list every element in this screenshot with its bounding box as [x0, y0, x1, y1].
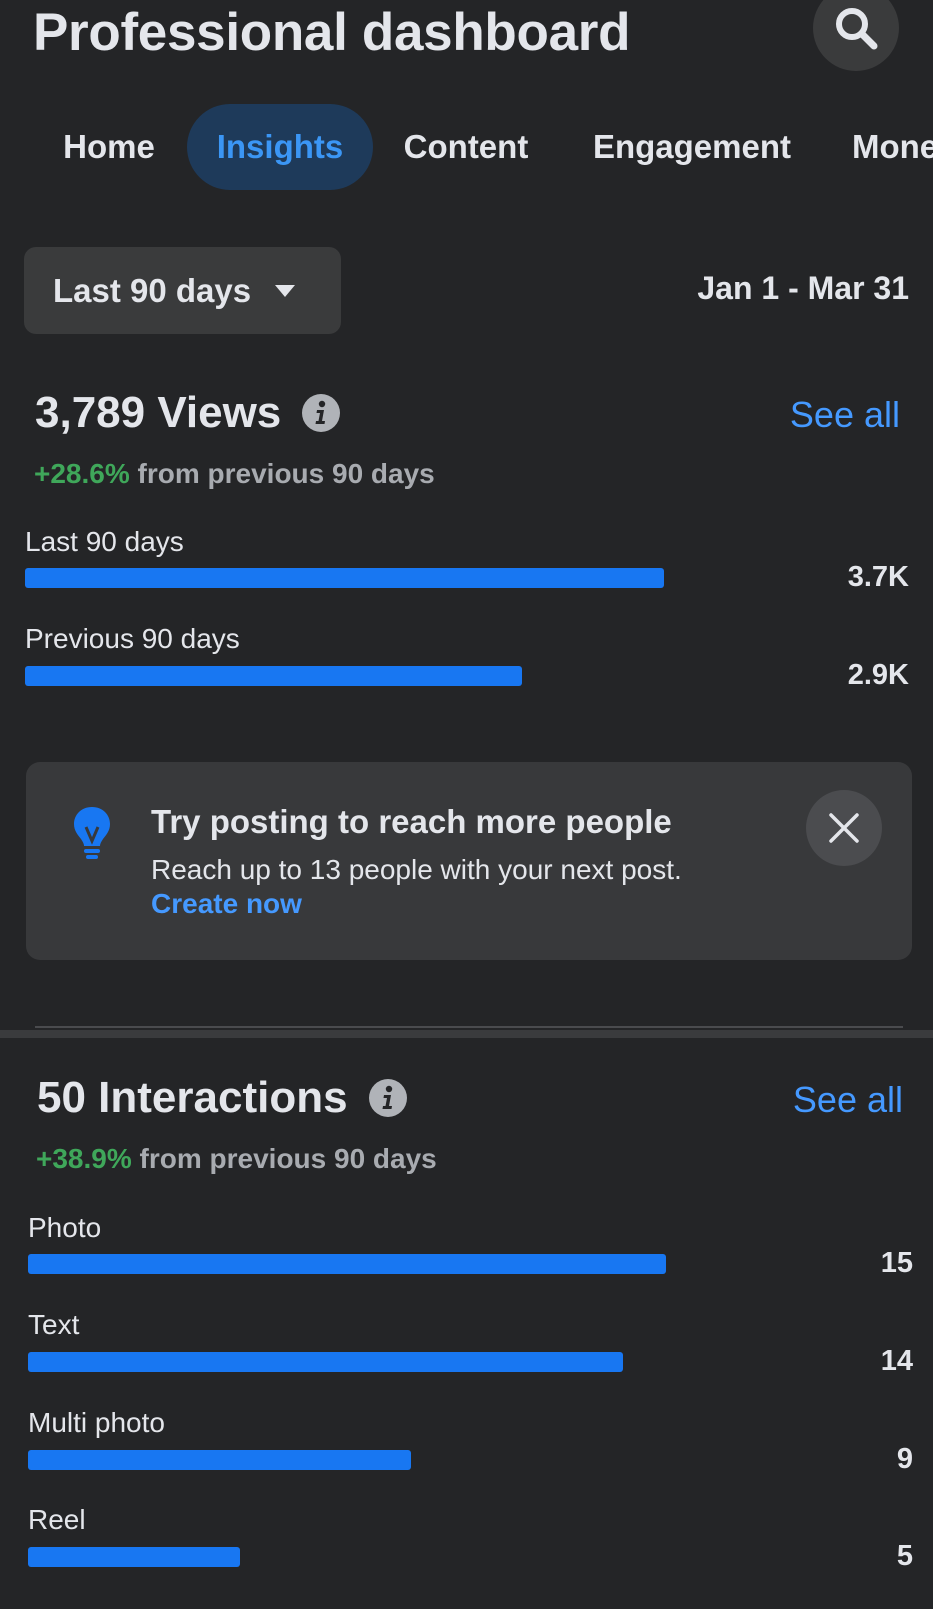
info-icon[interactable] [301, 393, 341, 433]
bar-label: Text [28, 1309, 80, 1340]
tab-content[interactable]: Content [387, 104, 545, 190]
views-title: 3,789 Views [35, 388, 282, 437]
caret-down-icon [273, 283, 297, 299]
bar-value: 3.7K [847, 561, 909, 593]
views-bar-previous-90 [25, 666, 522, 686]
interactions-bar-text [28, 1352, 623, 1372]
bar-label: Multi photo [28, 1407, 165, 1438]
close-icon [829, 813, 859, 843]
dismiss-tip-button[interactable] [806, 790, 882, 866]
views-header: 3,789 Views [35, 388, 341, 438]
divider [35, 1026, 903, 1028]
bar-label: Photo [28, 1212, 102, 1243]
views-change-text: from previous 90 days [129, 458, 435, 489]
views-see-all-link[interactable]: See all [790, 394, 900, 436]
views-bar-last-90 [25, 568, 664, 588]
section-separator [0, 1030, 933, 1038]
tip-title: Try posting to reach more people [151, 803, 672, 840]
interactions-change: +38.9% from previous 90 days [36, 1143, 437, 1175]
tip-body: Reach up to 13 people with your next pos… [151, 854, 682, 885]
date-range: Jan 1 - Mar 31 [697, 270, 909, 306]
bar-value: 14 [880, 1345, 913, 1377]
bar-value: 9 [896, 1443, 913, 1475]
tab-monetization[interactable]: Mone [852, 104, 933, 190]
interactions-change-percent: +38.9% [36, 1143, 132, 1174]
tab-bar: Home Insights Content Engagement Mone [0, 104, 933, 190]
bar-value: 2.9K [847, 659, 909, 691]
bar-label: Reel [28, 1504, 86, 1535]
views-change: +28.6% from previous 90 days [34, 458, 435, 490]
bar-label: Previous 90 days [25, 623, 240, 654]
period-dropdown-label: Last 90 days [53, 271, 252, 309]
create-now-link[interactable]: Create now [151, 888, 302, 920]
search-icon [836, 8, 878, 50]
bar-value: 5 [896, 1540, 913, 1572]
info-icon[interactable] [368, 1078, 408, 1118]
interactions-bar-photo [28, 1254, 666, 1274]
tab-insights[interactable]: Insights [187, 104, 373, 190]
views-change-percent: +28.6% [34, 458, 130, 489]
interactions-header: 50 Interactions [37, 1073, 408, 1123]
interactions-bar-reel [28, 1547, 240, 1567]
tab-engagement[interactable]: Engagement [575, 104, 809, 190]
bar-value: 15 [880, 1247, 913, 1279]
interactions-bar-multi-photo [28, 1450, 411, 1470]
period-dropdown[interactable]: Last 90 days [24, 247, 341, 334]
interactions-see-all-link[interactable]: See all [793, 1079, 903, 1121]
interactions-title: 50 Interactions [37, 1073, 348, 1122]
tab-home[interactable]: Home [41, 104, 177, 190]
search-button[interactable] [813, 0, 899, 71]
page-title: Professional dashboard [33, 3, 631, 62]
lightbulb-icon [72, 805, 112, 864]
bar-label: Last 90 days [25, 526, 184, 557]
interactions-change-text: from previous 90 days [131, 1143, 437, 1174]
